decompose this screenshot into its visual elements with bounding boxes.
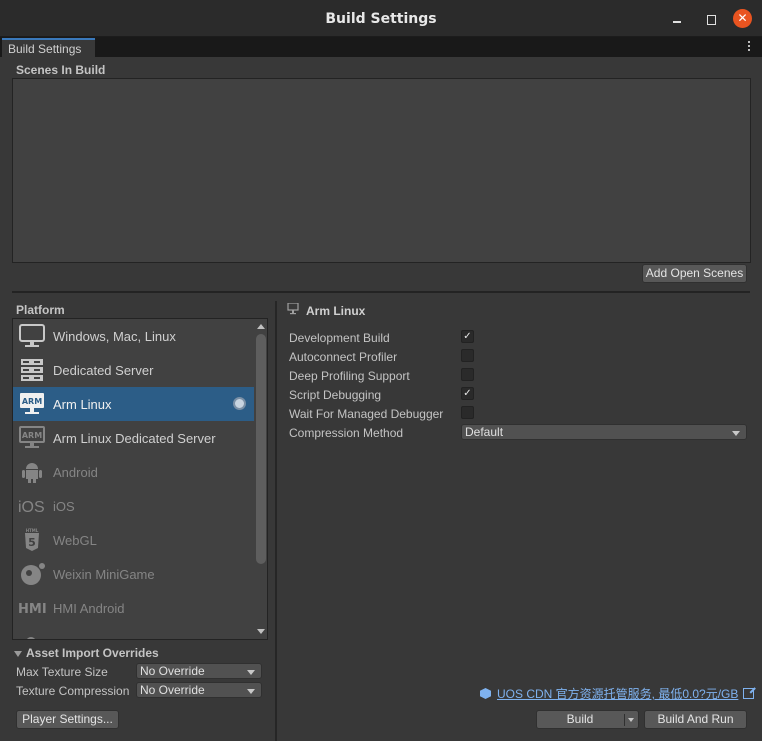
asset-import-overrides-label: Asset Import Overrides <box>26 646 159 660</box>
selected-platform-title: Arm Linux <box>306 304 366 318</box>
more-options-icon[interactable] <box>748 40 752 53</box>
arm-monitor-icon: ARM <box>20 393 44 414</box>
scrollbar-thumb[interactable] <box>256 334 266 564</box>
development-build-checkbox[interactable]: ✓ <box>461 330 474 343</box>
platform-label-text: WebGL <box>53 533 97 548</box>
platform-list-scrollbar[interactable] <box>254 319 267 639</box>
platform-label-text: iOS <box>53 499 75 514</box>
build-dropdown-arrow-icon[interactable] <box>628 718 634 722</box>
platform-item-ios[interactable]: iOS iOS <box>13 489 254 523</box>
platform-label-text: HMI Android <box>53 601 125 616</box>
unity-active-icon <box>233 397 246 410</box>
platform-item-hmi-android[interactable]: HMI HMI Android <box>13 591 254 625</box>
build-settings-panel: Scenes In Build Add Open Scenes Platform… <box>0 57 762 741</box>
uos-cdn-link-text[interactable]: UOS CDN 官方资源托管服务, 最低0.0?元/GB <box>497 687 738 701</box>
android-icon <box>22 463 42 483</box>
tab-bar: Build Settings <box>0 37 762 57</box>
panel-separator <box>275 301 277 741</box>
svg-text:HTML: HTML <box>26 528 39 533</box>
texture-compression-dropdown[interactable]: No Override <box>136 682 262 698</box>
svg-text:ARM: ARM <box>22 397 42 406</box>
platform-item-weixin-minigame[interactable]: Weixin MiniGame <box>13 557 254 591</box>
wait-for-managed-debugger-label: Wait For Managed Debugger <box>289 407 444 421</box>
uos-cube-icon <box>480 688 491 699</box>
platform-item-arm-linux-dedicated-server[interactable]: ARM Arm Linux Dedicated Server <box>13 421 254 455</box>
build-button-label: Build <box>566 712 594 726</box>
add-open-scenes-button[interactable]: Add Open Scenes <box>642 264 747 283</box>
tab-build-settings[interactable]: Build Settings <box>2 38 95 57</box>
platform-label: Platform <box>16 303 65 317</box>
minimize-button[interactable] <box>668 10 686 28</box>
build-button[interactable]: Build <box>536 710 639 729</box>
platform-icon <box>27 637 35 639</box>
platform-label-text: Windows, Mac, Linux <box>53 329 176 344</box>
uos-cdn-link[interactable]: UOS CDN 官方资源托管服务, 最低0.0?元/GB <box>480 685 755 702</box>
platform-label-text: Weixin MiniGame <box>53 567 155 582</box>
scroll-up-icon[interactable] <box>257 324 265 329</box>
arm-monitor-icon: ARM <box>19 426 45 448</box>
svg-text:5: 5 <box>28 536 36 549</box>
close-button[interactable]: ✕ <box>733 9 752 28</box>
build-and-run-button[interactable]: Build And Run <box>644 710 747 729</box>
autoconnect-profiler-checkbox[interactable] <box>461 349 474 362</box>
platform-label-text: Arm Linux Dedicated Server <box>53 431 216 446</box>
script-debugging-label: Script Debugging <box>289 388 382 402</box>
script-debugging-checkbox[interactable]: ✓ <box>461 387 474 400</box>
svg-text:HMI: HMI <box>18 602 46 617</box>
deep-profiling-support-checkbox[interactable] <box>461 368 474 381</box>
compression-method-dropdown[interactable]: Default <box>461 424 747 440</box>
platform-item-webgl[interactable]: HTML 5 WebGL <box>13 523 254 557</box>
hmi-icon: HMI <box>18 602 46 617</box>
svg-text:ARM: ARM <box>22 431 42 440</box>
platform-label-text: Arm Linux <box>53 397 112 412</box>
weixin-minigame-icon <box>21 563 45 585</box>
window-titlebar: Build Settings ✕ <box>0 0 762 37</box>
platform-item-partial[interactable] <box>13 625 254 639</box>
autoconnect-profiler-label: Autoconnect Profiler <box>289 350 398 364</box>
deep-profiling-support-label: Deep Profiling Support <box>289 369 410 383</box>
platform-item-dedicated-server[interactable]: Dedicated Server <box>13 353 254 387</box>
compression-method-label: Compression Method <box>289 426 404 440</box>
svg-text:iOS: iOS <box>18 499 45 516</box>
scenes-in-build-label: Scenes In Build <box>16 63 106 77</box>
texture-compression-label: Texture Compression <box>16 684 130 698</box>
window-title: Build Settings <box>325 11 437 27</box>
monitor-icon <box>19 324 45 347</box>
platform-label-text: Dedicated Server <box>53 363 154 378</box>
max-texture-size-label: Max Texture Size <box>16 665 108 679</box>
platform-item-windows-mac-linux[interactable]: Windows, Mac, Linux <box>13 319 254 353</box>
max-texture-size-dropdown[interactable]: No Override <box>136 663 262 679</box>
maximize-button[interactable] <box>702 10 720 28</box>
development-build-label: Development Build <box>289 331 390 345</box>
scenes-list[interactable] <box>12 78 751 263</box>
section-divider <box>12 291 750 293</box>
server-icon <box>21 359 43 381</box>
asset-import-overrides-foldout[interactable]: Asset Import Overrides <box>14 646 159 660</box>
wait-for-managed-debugger-checkbox[interactable] <box>461 406 474 419</box>
platform-item-android[interactable]: Android <box>13 455 254 489</box>
ios-icon: iOS <box>18 499 45 516</box>
html5-icon: HTML 5 <box>25 528 39 551</box>
player-settings-button[interactable]: Player Settings... <box>16 710 119 729</box>
platform-monitor-icon <box>287 303 299 315</box>
scroll-down-icon[interactable] <box>257 629 265 634</box>
platform-item-arm-linux[interactable]: ARM Arm Linux <box>13 387 254 421</box>
platform-label-text: Android <box>53 465 98 480</box>
platform-list: Windows, Mac, Linux Dedicated Server ARM… <box>12 318 268 640</box>
external-link-icon[interactable] <box>743 688 755 699</box>
